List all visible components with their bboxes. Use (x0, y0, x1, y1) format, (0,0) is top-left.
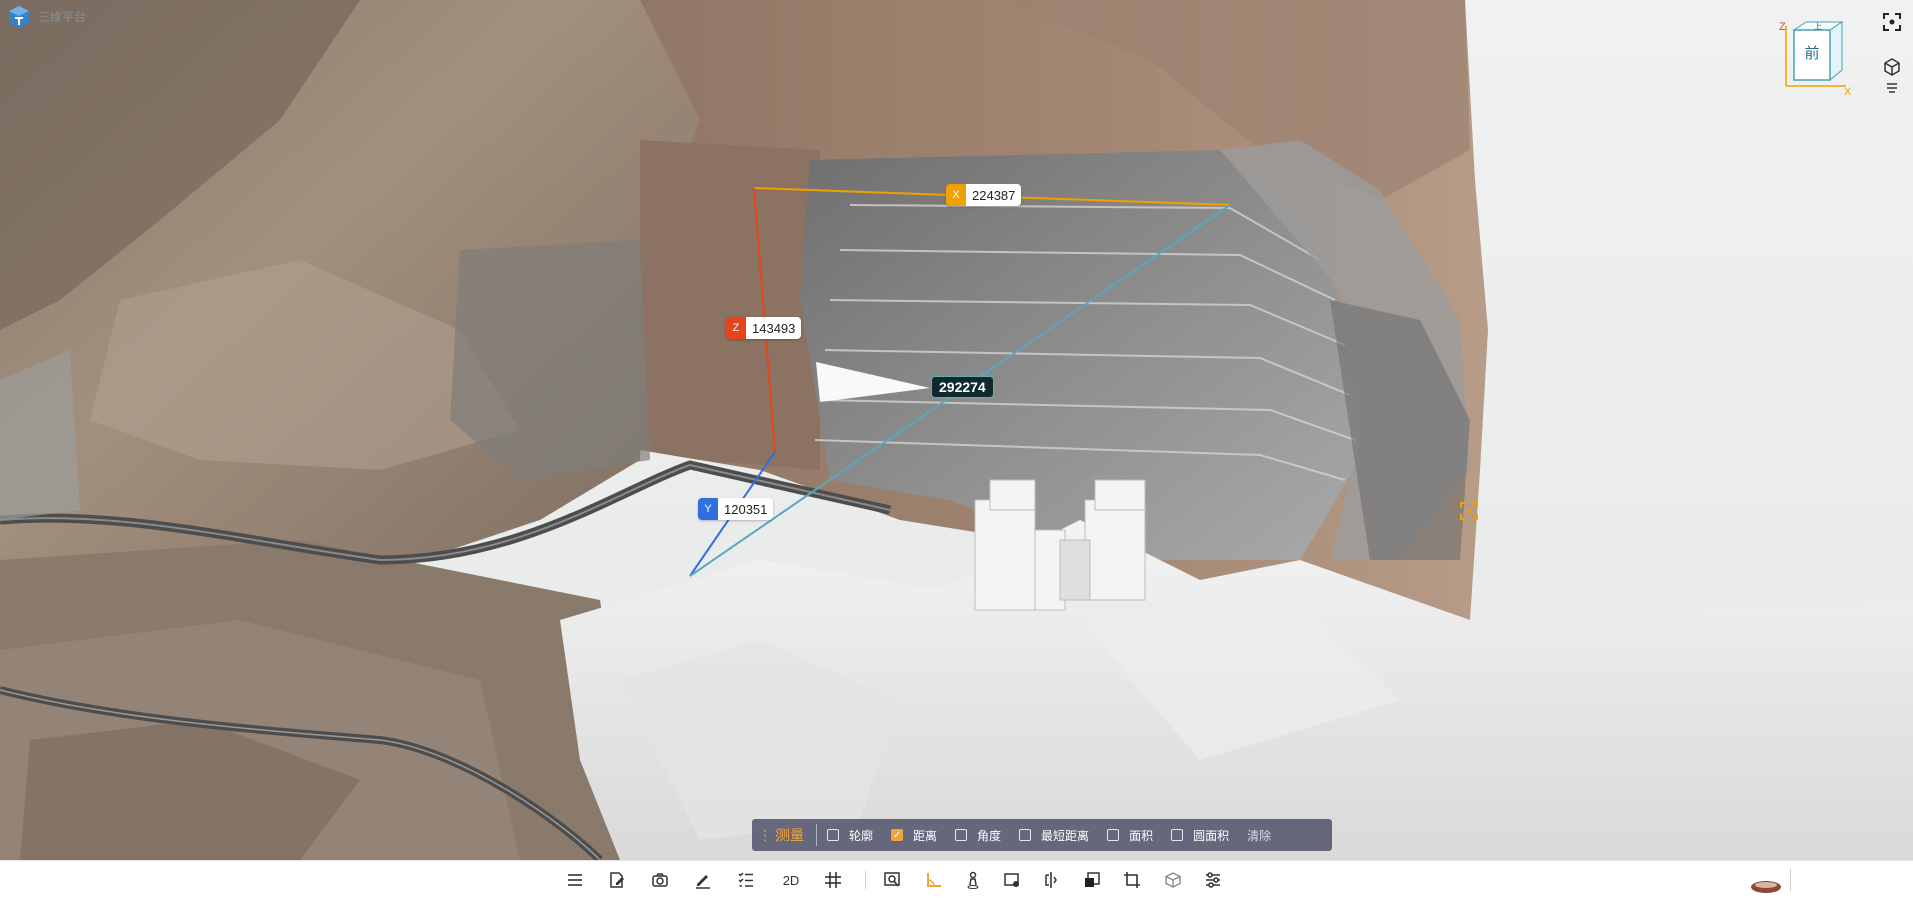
settings-sliders-icon (1206, 872, 1220, 888)
axis-z-badge: Z (726, 317, 746, 339)
measure-panel: ⋮⋮ 测量 轮廓 ✓ 距离 角度 最短距离 面积 圆面积 清除 (752, 819, 1332, 851)
measure-angle-icon (927, 873, 941, 887)
checklist-button[interactable] (734, 868, 758, 892)
focus-target-icon[interactable] (1460, 502, 1478, 520)
app-logo-icon (9, 6, 29, 28)
list-button[interactable] (563, 868, 587, 892)
axis-z-letter: Z (1779, 21, 1786, 33)
2d-icon: 2D (782, 872, 800, 888)
grid-button[interactable] (821, 868, 845, 892)
measure-value-z: 143493 (746, 317, 802, 339)
cube-icon (1165, 872, 1181, 888)
drag-handle-icon[interactable]: ⋮⋮ (758, 827, 784, 844)
cube-front-face: 前 (1804, 44, 1819, 62)
split-view-button[interactable] (1039, 868, 1063, 892)
crop-icon (1124, 872, 1140, 888)
checkbox-angle[interactable] (955, 829, 968, 841)
annotate-icon (1004, 873, 1019, 887)
zoom-region-button[interactable] (880, 868, 904, 892)
option-angle-label: 角度 (977, 828, 1002, 843)
menu-icon (1887, 83, 1897, 93)
measure-label-x: X 224387 (946, 184, 1022, 206)
measure-button[interactable] (922, 868, 946, 892)
measure-value-x: 224387 (966, 184, 1022, 206)
list-icon (568, 874, 582, 886)
layers-icon (1884, 58, 1900, 76)
option-distance[interactable]: ✓ 距离 (891, 827, 937, 844)
2d-toggle-button[interactable]: 2D (776, 868, 806, 892)
annotate-button[interactable] (1000, 868, 1024, 892)
pen-icon (696, 875, 710, 889)
crop-button[interactable] (1120, 868, 1144, 892)
zoom-region-icon (884, 872, 900, 887)
screenshot-button[interactable] (648, 868, 672, 892)
toolbar-right-divider (1790, 869, 1791, 891)
layers-button[interactable] (1880, 55, 1904, 79)
measure-panel-title: 测量 (776, 827, 804, 843)
option-distance-label: 距离 (913, 828, 938, 843)
option-area[interactable]: 面积 (1107, 827, 1153, 844)
fullscreen-icon (1883, 13, 1901, 31)
axis-x-letter: X (1844, 86, 1852, 96)
measure-total-distance: 292274 (931, 376, 994, 398)
panel-divider (816, 824, 817, 846)
walk-mode-button[interactable] (961, 868, 985, 892)
option-circle-area[interactable]: 圆面积 (1171, 827, 1229, 844)
edit-doc-icon (610, 872, 624, 888)
terrain-scene[interactable] (0, 0, 1913, 860)
camera-icon (652, 873, 668, 887)
edit-doc-button[interactable] (605, 868, 629, 892)
toolbar-divider (865, 871, 866, 889)
grid-icon (825, 872, 841, 888)
menu-toggle-button[interactable] (1883, 80, 1901, 96)
option-shortest-distance[interactable]: 最短距离 (1019, 827, 1089, 844)
axis-x-badge: X (946, 184, 966, 206)
option-circle-area-label: 圆面积 (1193, 828, 1230, 843)
draw-button[interactable] (691, 868, 715, 892)
measure-label-y: Y 120351 (698, 498, 774, 520)
checkbox-distance[interactable]: ✓ (891, 829, 904, 841)
option-outline-label: 轮廓 (849, 828, 874, 843)
checklist-icon (738, 872, 753, 887)
option-angle[interactable]: 角度 (955, 827, 1001, 844)
axis-y-badge: Y (698, 498, 718, 520)
section-box-button[interactable] (1080, 868, 1104, 892)
option-area-label: 面积 (1129, 828, 1154, 843)
model-button[interactable] (1161, 868, 1185, 892)
person-icon (967, 871, 979, 889)
measure-label-z: Z 143493 (726, 317, 802, 339)
split-view-icon (1045, 872, 1057, 888)
measure-value-y: 120351 (718, 498, 774, 520)
view-cube[interactable]: Z X 前 上 (1776, 18, 1854, 96)
checkbox-outline[interactable] (827, 829, 839, 841)
app-title: 三维平台 (38, 10, 87, 24)
section-box-icon (1085, 872, 1100, 887)
fullscreen-button[interactable] (1880, 10, 1904, 34)
option-shortest-distance-label: 最短距离 (1041, 828, 1090, 843)
3d-viewport[interactable]: X 224387 Z 143493 Y 120351 292274 (0, 0, 1913, 860)
checkbox-shortest-distance[interactable] (1019, 829, 1032, 841)
checkbox-area[interactable] (1107, 829, 1120, 841)
thumbnail-image[interactable] (1750, 876, 1782, 894)
cube-top-face: 上 (1814, 22, 1822, 31)
settings-button[interactable] (1201, 868, 1225, 892)
clear-button[interactable]: 清除 (1247, 827, 1271, 844)
bottom-toolbar: 2D (0, 860, 1913, 898)
checkbox-circle-area[interactable] (1171, 829, 1184, 841)
option-outline[interactable]: 轮廓 (827, 827, 873, 844)
